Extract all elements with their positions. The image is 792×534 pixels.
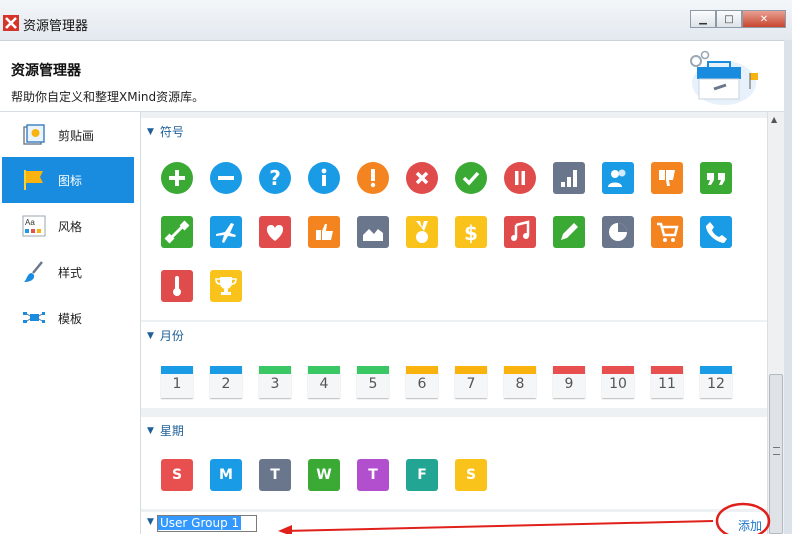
- xmind-logo-icon: [3, 15, 19, 31]
- month-1-icon[interactable]: 1: [161, 366, 193, 398]
- scrollbar-thumb[interactable]: [769, 374, 783, 534]
- trophy-icon[interactable]: [210, 270, 242, 302]
- maximize-button[interactable]: □: [716, 10, 742, 28]
- sidebar-item-template[interactable]: 模板: [2, 295, 134, 341]
- svg-text:?: ?: [269, 166, 281, 190]
- phone-icon[interactable]: [700, 216, 732, 248]
- section-title: 星期: [159, 424, 184, 438]
- month-2-icon[interactable]: 2: [210, 366, 242, 398]
- brush-icon: [24, 261, 43, 282]
- icon-library-panel: ▼ 符号 ? $ ▼ 月份 1 2 3 4 5 6 7 8 9 10 11 12 ▼ 星期 SMTWTF…: [141, 112, 767, 534]
- pause-icon[interactable]: [504, 162, 536, 194]
- minus-icon[interactable]: [210, 162, 242, 194]
- pencil-icon[interactable]: [553, 216, 585, 248]
- months-section: ▼ 月份 1 2 3 4 5 6 7 8 9 10 11 12: [141, 322, 767, 408]
- collapse-triangle-icon[interactable]: ▼: [147, 127, 154, 137]
- sidebar-item-label: 图标: [58, 173, 83, 188]
- sidebar-item-theme[interactable]: 样式: [2, 249, 134, 295]
- template-icon: [23, 312, 45, 323]
- wednesday-icon[interactable]: W: [308, 459, 340, 491]
- svg-text:Aa: Aa: [25, 218, 35, 227]
- sidebar-item-label: 样式: [58, 265, 83, 280]
- month-11-icon[interactable]: 11: [651, 366, 683, 398]
- collapse-triangle-icon[interactable]: ▼: [147, 517, 154, 527]
- section-title: 符号: [159, 125, 184, 139]
- weekdays-section-header[interactable]: ▼ 星期: [147, 422, 184, 439]
- dollar-icon[interactable]: $: [455, 216, 487, 248]
- sunday-icon[interactable]: S: [161, 459, 193, 491]
- cross-icon[interactable]: [406, 162, 438, 194]
- toolbox-illustration-icon: [690, 50, 758, 105]
- thursday-icon[interactable]: T: [357, 459, 389, 491]
- title-bar: 资源管理器 ▁ □ ✕: [0, 0, 792, 41]
- sidebar-item-style[interactable]: Aa 风格: [2, 203, 134, 249]
- style-icon: Aa: [22, 215, 46, 237]
- sidebar-item-clipart[interactable]: 剪贴画: [2, 112, 134, 158]
- header-title: 资源管理器: [11, 63, 81, 79]
- svg-text:$: $: [464, 221, 478, 245]
- saturday-icon[interactable]: S: [455, 459, 487, 491]
- weekdays-section: ▼ 星期 SMTWTFS: [141, 417, 767, 509]
- thumb-up-icon[interactable]: [308, 216, 340, 248]
- thumb-down-icon[interactable]: [651, 162, 683, 194]
- plus-icon[interactable]: [161, 162, 193, 194]
- sidebar-item-label: 剪贴画: [58, 128, 95, 143]
- month-4-icon[interactable]: 4: [308, 366, 340, 398]
- month-9-icon[interactable]: 9: [553, 366, 585, 398]
- scroll-up-icon[interactable]: ▲: [771, 115, 777, 124]
- header-subtitle: 帮助你自定义和整理XMind资源库。: [11, 90, 205, 104]
- month-8-icon[interactable]: 8: [504, 366, 536, 398]
- window-title: 资源管理器: [23, 19, 89, 34]
- pie-chart-icon[interactable]: [602, 216, 634, 248]
- month-6-icon[interactable]: 6: [406, 366, 438, 398]
- bar-chart-icon[interactable]: [553, 162, 585, 194]
- dumbbell-icon[interactable]: [161, 216, 193, 248]
- check-icon[interactable]: [455, 162, 487, 194]
- quote-icon[interactable]: [700, 162, 732, 194]
- sidebar-item-label: 模板: [58, 311, 83, 326]
- window-border: [784, 40, 792, 534]
- collapse-triangle-icon[interactable]: ▼: [147, 426, 154, 436]
- close-button[interactable]: ✕: [742, 10, 786, 28]
- flag-icon: [24, 170, 43, 190]
- area-chart-icon[interactable]: [357, 216, 389, 248]
- add-button[interactable]: 添加: [738, 517, 762, 534]
- sidebar: 剪贴画 图标 Aa 风格 样式 模板: [0, 112, 141, 534]
- month-12-icon[interactable]: 12: [700, 366, 732, 398]
- month-10-icon[interactable]: 10: [602, 366, 634, 398]
- symbols-section: ▼ 符号 ? $: [141, 118, 767, 320]
- question-icon[interactable]: ?: [259, 162, 291, 194]
- sidebar-item-label: 风格: [58, 219, 83, 234]
- sidebar-item-icons[interactable]: 图标: [2, 157, 134, 203]
- vertical-scrollbar[interactable]: ▲: [767, 112, 785, 534]
- group-name-input[interactable]: User Group 1: [157, 515, 257, 532]
- months-section-header[interactable]: ▼ 月份: [147, 327, 184, 344]
- section-title: 月份: [159, 329, 184, 343]
- info-icon[interactable]: [308, 162, 340, 194]
- minimize-button[interactable]: ▁: [690, 10, 716, 28]
- dialog-header: 资源管理器 帮助你自定义和整理XMind资源库。: [0, 41, 792, 112]
- clipart-icon: [23, 124, 45, 145]
- month-3-icon[interactable]: 3: [259, 366, 291, 398]
- month-7-icon[interactable]: 7: [455, 366, 487, 398]
- thermometer-icon[interactable]: [161, 270, 193, 302]
- tuesday-icon[interactable]: T: [259, 459, 291, 491]
- heart-icon[interactable]: [259, 216, 291, 248]
- month-5-icon[interactable]: 5: [357, 366, 389, 398]
- people-icon[interactable]: [602, 162, 634, 194]
- symbols-section-header[interactable]: ▼ 符号: [147, 123, 184, 140]
- exclaim-icon[interactable]: [357, 162, 389, 194]
- plane-icon[interactable]: [210, 216, 242, 248]
- cart-icon[interactable]: [651, 216, 683, 248]
- music-icon[interactable]: [504, 216, 536, 248]
- friday-icon[interactable]: F: [406, 459, 438, 491]
- collapse-triangle-icon[interactable]: ▼: [147, 331, 154, 341]
- monday-icon[interactable]: M: [210, 459, 242, 491]
- medal-icon[interactable]: [406, 216, 438, 248]
